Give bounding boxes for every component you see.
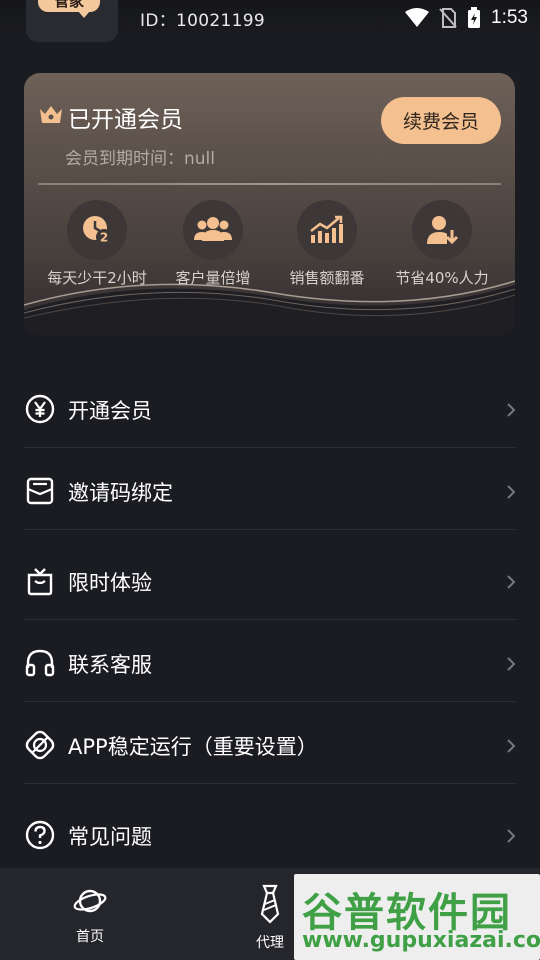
member-expiry-text: 会员到期时间：null	[65, 149, 215, 169]
yen-icon	[25, 394, 55, 424]
menu-item-limited-trial[interactable]: 限时体验	[24, 538, 516, 620]
benefit-item: 2 每天少干2小时	[37, 200, 157, 288]
top-header: 管家 ID：10021199 1:53	[0, 0, 540, 42]
menu-divider	[24, 529, 516, 530]
app-logo: 管家	[26, 0, 118, 42]
planet-icon	[73, 889, 107, 913]
menu-item-label: 开通会员	[68, 399, 152, 423]
menu-item-customer-service[interactable]: 联系客服	[24, 620, 516, 702]
chevron-right-icon	[507, 829, 516, 843]
growth-chart-icon	[297, 200, 357, 260]
member-status-title: 已开通会员	[68, 107, 183, 133]
envelope-icon	[26, 477, 54, 505]
benefit-label: 节省40%人力	[395, 269, 489, 287]
person-down-icon	[412, 200, 472, 260]
tie-icon	[260, 884, 280, 924]
gift-box-icon	[27, 568, 53, 596]
battery-charging-icon	[468, 7, 481, 28]
users-icon	[183, 200, 243, 260]
chevron-right-icon	[507, 575, 516, 589]
menu-item-label: 联系客服	[68, 653, 152, 677]
user-id: ID：10021199	[140, 11, 265, 31]
chevron-right-icon	[507, 739, 516, 753]
nav-item-home[interactable]: 首页	[45, 884, 135, 946]
benefit-label: 每天少干2小时	[47, 269, 147, 287]
menu-item-faq[interactable]: 常见问题	[24, 792, 516, 874]
status-time: 1:53	[491, 7, 528, 28]
clock-icon: 2	[67, 200, 127, 260]
headphones-icon	[25, 649, 55, 677]
benefit-item: 客户量倍增	[153, 200, 273, 288]
crown-icon	[40, 106, 62, 123]
benefit-item: 销售额翻番	[267, 200, 387, 288]
benefit-item: 节省40%人力	[382, 200, 502, 288]
menu-item-app-stability[interactable]: APP稳定运行（重要设置）	[24, 702, 516, 784]
chevron-right-icon	[507, 403, 516, 417]
menu-item-label: APP稳定运行（重要设置）	[68, 735, 318, 759]
member-card: 已开通会员 会员到期时间：null 续费会员 2 每天少干2小时 客户量倍增 销…	[24, 73, 515, 335]
menu-item-open-membership[interactable]: 开通会员	[24, 366, 516, 448]
nav-label: 首页	[76, 929, 104, 945]
svg-text:2: 2	[100, 231, 108, 245]
question-icon	[25, 820, 55, 850]
chevron-right-icon	[507, 657, 516, 671]
watermark: 谷普软件园 www.gupuxiazai.com	[294, 874, 540, 960]
logo-text: 管家	[38, 0, 100, 18]
chevron-right-icon	[507, 485, 516, 499]
shield-icon	[25, 730, 55, 760]
menu-item-label: 邀请码绑定	[68, 481, 173, 505]
menu-item-invite-code[interactable]: 邀请码绑定	[24, 448, 516, 530]
renew-membership-button[interactable]: 续费会员	[381, 97, 501, 144]
watermark-url: www.gupuxiazai.com	[302, 928, 540, 953]
status-bar: 1:53	[405, 4, 528, 32]
card-divider	[38, 183, 501, 185]
menu-divider	[24, 783, 516, 784]
no-sim-icon	[439, 8, 457, 28]
menu-item-label: 常见问题	[68, 825, 152, 849]
menu-item-label: 限时体验	[68, 571, 152, 595]
wifi-icon	[405, 8, 430, 27]
benefit-label: 销售额翻番	[289, 269, 365, 287]
benefit-label: 客户量倍增	[175, 269, 251, 287]
